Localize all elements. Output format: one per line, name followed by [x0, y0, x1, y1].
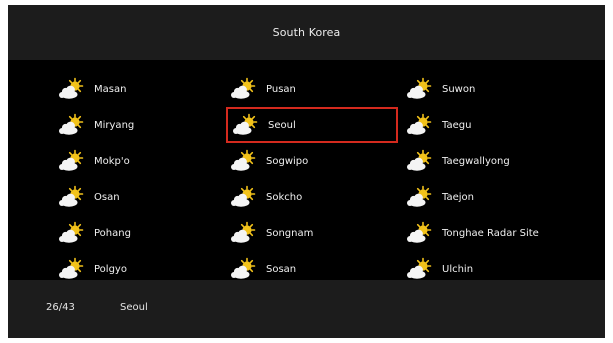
city-label: Suwon: [442, 83, 476, 95]
city-label: Sogwipo: [266, 155, 309, 167]
city-label: Miryang: [94, 119, 135, 131]
city-label: Sokcho: [266, 191, 303, 203]
partly-cloudy-icon: [58, 221, 86, 245]
partly-cloudy-icon: [58, 77, 86, 101]
city-label: Songnam: [266, 227, 314, 239]
page-counter: 26/43: [46, 302, 75, 313]
city-item[interactable]: Tonghae Radar Site: [406, 218, 539, 248]
selected-city-label: Seoul: [120, 302, 148, 313]
city-label: Taegu: [442, 119, 472, 131]
city-item[interactable]: Pohang: [58, 218, 131, 248]
partly-cloudy-icon: [406, 257, 434, 281]
city-item[interactable]: Pusan: [230, 74, 296, 104]
city-label: Sosan: [266, 263, 297, 275]
city-item[interactable]: Masan: [58, 74, 126, 104]
city-item[interactable]: Sogwipo: [230, 146, 308, 176]
city-label: Tonghae Radar Site: [442, 227, 539, 239]
city-item[interactable]: Suwon: [406, 74, 475, 104]
city-grid: Masan Miryang Mokp'o Osan Pohang Polgyo …: [8, 60, 605, 280]
partly-cloudy-icon: [230, 77, 258, 101]
city-label: Pohang: [94, 227, 131, 239]
city-item[interactable]: Songnam: [230, 218, 313, 248]
partly-cloudy-icon: [406, 77, 434, 101]
city-item[interactable]: Taegu: [406, 110, 471, 140]
city-item[interactable]: Mokp'o: [58, 146, 130, 176]
partly-cloudy-icon: [406, 149, 434, 173]
city-label: Polgyo: [94, 263, 127, 275]
partly-cloudy-icon: [230, 185, 258, 209]
partly-cloudy-icon: [58, 149, 86, 173]
city-item[interactable]: Miryang: [58, 110, 134, 140]
city-label: Ulchin: [442, 263, 474, 275]
partly-cloudy-icon: [58, 257, 86, 281]
partly-cloudy-icon: [58, 113, 86, 137]
city-label: Taegwallyong: [442, 155, 510, 167]
city-item[interactable]: Taegwallyong: [406, 146, 510, 176]
city-item-selected[interactable]: Seoul: [226, 107, 398, 143]
page-title: South Korea: [272, 26, 341, 39]
city-label: Pusan: [266, 83, 296, 95]
partly-cloudy-icon: [230, 221, 258, 245]
city-item[interactable]: Sokcho: [230, 182, 302, 212]
city-item[interactable]: Taejon: [406, 182, 474, 212]
city-label: Taejon: [442, 191, 474, 203]
city-label: Seoul: [268, 119, 296, 131]
partly-cloudy-icon: [232, 113, 260, 137]
partly-cloudy-icon: [230, 149, 258, 173]
header-bar: South Korea: [8, 5, 605, 60]
partly-cloudy-icon: [406, 185, 434, 209]
partly-cloudy-icon: [406, 221, 434, 245]
partly-cloudy-icon: [58, 185, 86, 209]
partly-cloudy-icon: [230, 257, 258, 281]
weather-screen: South Korea Masan Miryang Mokp'o Osan Po…: [8, 5, 605, 338]
city-label: Mokp'o: [94, 155, 130, 167]
partly-cloudy-icon: [406, 113, 434, 137]
city-item[interactable]: Osan: [58, 182, 120, 212]
city-label: Osan: [94, 191, 120, 203]
footer-bar: 26/43 Seoul: [8, 280, 605, 338]
city-label: Masan: [94, 83, 127, 95]
